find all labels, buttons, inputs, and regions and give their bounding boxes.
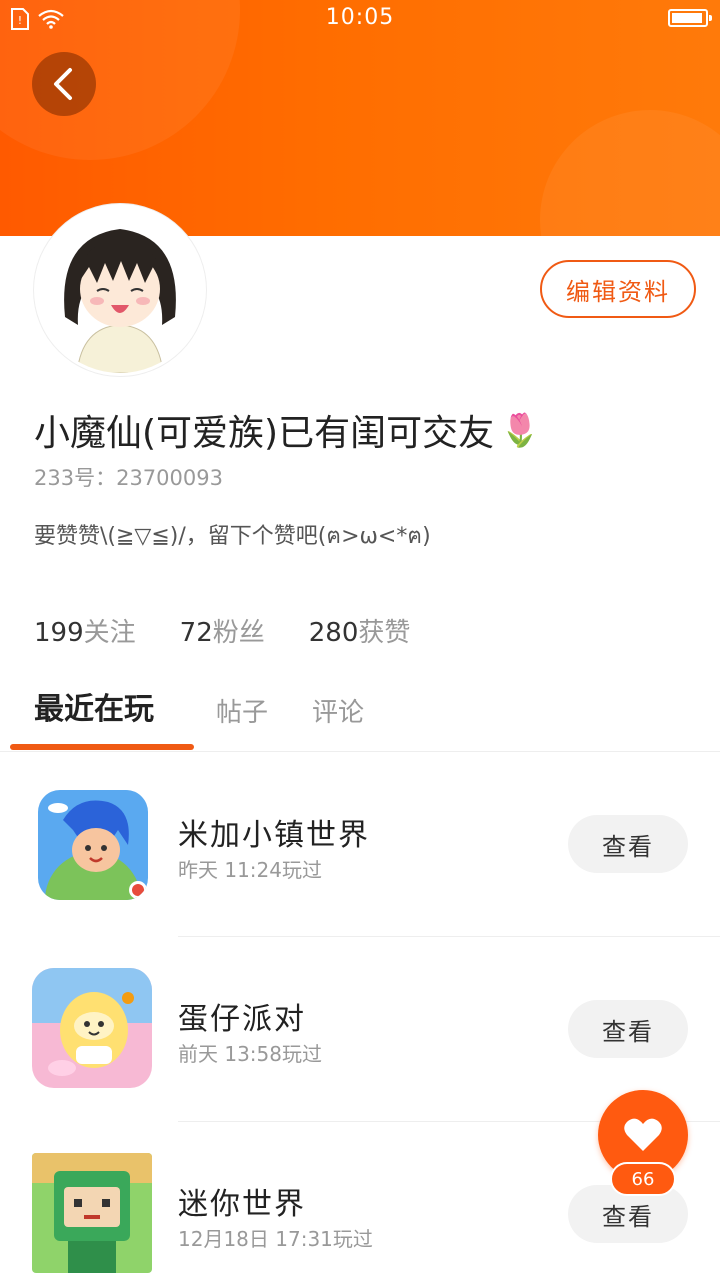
list-item[interactable]: 蛋仔派对 前天 13:58玩过 查看 xyxy=(0,936,720,1120)
profile-stats: 199关注 72粉丝 280获赞 xyxy=(34,612,410,649)
mini-world-artwork xyxy=(32,1153,152,1273)
game-last-played: 昨天 11:24玩过 xyxy=(178,858,322,882)
stat-followers[interactable]: 72粉丝 xyxy=(180,612,265,649)
stat-label: 获赞 xyxy=(358,618,411,648)
stat-number: 280 xyxy=(308,618,359,648)
stat-number: 72 xyxy=(179,618,213,648)
game-icon-mini-world xyxy=(32,1153,152,1273)
stat-following[interactable]: 199关注 xyxy=(34,612,136,649)
miga-town-artwork xyxy=(38,790,148,900)
stat-label: 粉丝 xyxy=(212,618,265,648)
game-last-played: 前天 13:58玩过 xyxy=(178,1042,322,1066)
tab-recently-played[interactable]: 最近在玩 xyxy=(34,684,154,728)
back-button[interactable] xyxy=(32,52,96,116)
game-name: 米加小镇世界 xyxy=(178,818,370,853)
avatar[interactable] xyxy=(34,204,206,376)
like-count-badge: 66 xyxy=(610,1162,676,1196)
edit-profile-button[interactable]: 编辑资料 xyxy=(540,260,696,318)
tab-posts[interactable]: 帖子 xyxy=(216,692,268,729)
game-icon-eggy-party xyxy=(32,968,152,1088)
view-button[interactable]: 查看 xyxy=(568,1000,688,1058)
list-item[interactable]: 米加小镇世界 昨天 11:24玩过 查看 xyxy=(0,752,720,936)
game-icon-miga-town xyxy=(38,790,148,900)
user-bio: 要赞赞\(≧▽≦)/，留下个赞吧(ฅ>ω<*ฅ) xyxy=(34,524,431,549)
game-name: 迷你世界 xyxy=(178,1187,306,1222)
avatar-illustration xyxy=(37,207,203,373)
user-id: 233号：23700093 xyxy=(34,466,223,490)
battery-icon xyxy=(668,9,712,27)
tab-comments[interactable]: 评论 xyxy=(312,692,364,729)
profile-tabs: 最近在玩 帖子 评论 xyxy=(0,684,720,752)
stat-number: 199 xyxy=(34,618,84,648)
active-tab-indicator xyxy=(10,744,194,750)
status-time: 10:05 xyxy=(325,5,395,30)
stat-likes[interactable]: 280获赞 xyxy=(309,612,411,649)
game-last-played: 12月18日 17:31玩过 xyxy=(178,1227,373,1251)
username-text: 小魔仙(可爱族)已有闺可交友 xyxy=(34,413,495,454)
tulip-emoji: 🌷 xyxy=(500,411,540,449)
banner-decoration xyxy=(540,110,720,236)
view-button[interactable]: 查看 xyxy=(568,815,688,873)
status-bar: ! 10:05 xyxy=(0,0,720,38)
heart-icon xyxy=(624,1118,662,1151)
chevron-left-icon xyxy=(54,68,72,100)
game-name: 蛋仔派对 xyxy=(178,1002,306,1037)
eggy-party-artwork xyxy=(32,968,152,1088)
username: 小魔仙(可爱族)已有闺可交友 🌷 xyxy=(34,404,540,456)
stat-label: 关注 xyxy=(83,618,136,648)
